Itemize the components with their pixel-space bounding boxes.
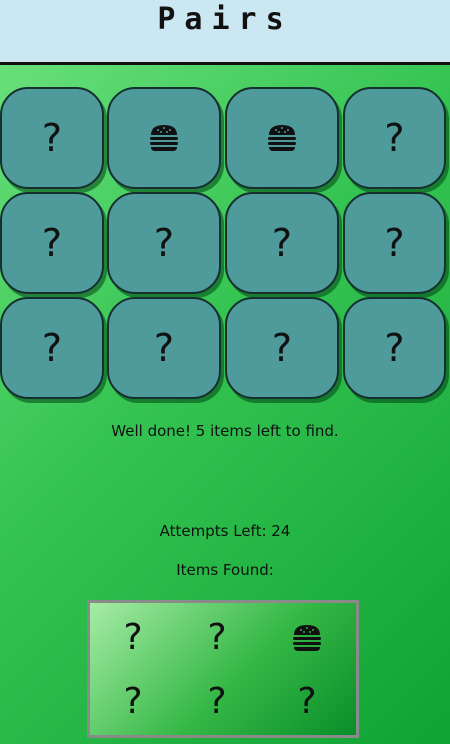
found-slot: ?	[123, 617, 143, 658]
hamburger-icon	[149, 124, 179, 152]
card-face: ?	[271, 221, 293, 265]
found-slot	[272, 613, 342, 663]
card-1[interactable]: ?	[0, 87, 104, 189]
attempts-left: Attempts Left: 24	[159, 522, 291, 540]
card-4[interactable]: ?	[343, 87, 446, 189]
card-7[interactable]: ?	[225, 192, 339, 294]
card-3[interactable]	[225, 87, 339, 189]
header-bar: Pairs	[0, 0, 450, 65]
card-face: ?	[384, 116, 405, 160]
card-9[interactable]: ?	[0, 297, 104, 399]
card-5[interactable]: ?	[0, 192, 104, 294]
hamburger-icon	[292, 624, 322, 652]
card-face: ?	[41, 221, 63, 265]
card-8[interactable]: ?	[343, 192, 446, 294]
card-2[interactable]	[107, 87, 221, 189]
card-face: ?	[271, 326, 293, 370]
card-6[interactable]: ?	[107, 192, 221, 294]
found-slot: ?	[207, 681, 227, 722]
items-found-panel: ? ? ? ? ?	[87, 600, 359, 738]
game-title: Pairs	[157, 2, 293, 37]
card-face: ?	[41, 116, 63, 160]
found-slot: ?	[123, 681, 143, 722]
card-face: ?	[384, 221, 405, 265]
card-face: ?	[41, 326, 63, 370]
card-face: ?	[384, 326, 405, 370]
card-face: ?	[153, 221, 175, 265]
items-found-label: Items Found:	[176, 561, 274, 579]
card-12[interactable]: ?	[343, 297, 446, 399]
found-slot: ?	[207, 617, 227, 658]
card-11[interactable]: ?	[225, 297, 339, 399]
found-slot: ?	[297, 681, 317, 722]
hamburger-icon	[267, 124, 297, 152]
card-10[interactable]: ?	[107, 297, 221, 399]
status-message: Well done! 5 items left to find.	[111, 422, 339, 440]
card-face: ?	[153, 326, 175, 370]
